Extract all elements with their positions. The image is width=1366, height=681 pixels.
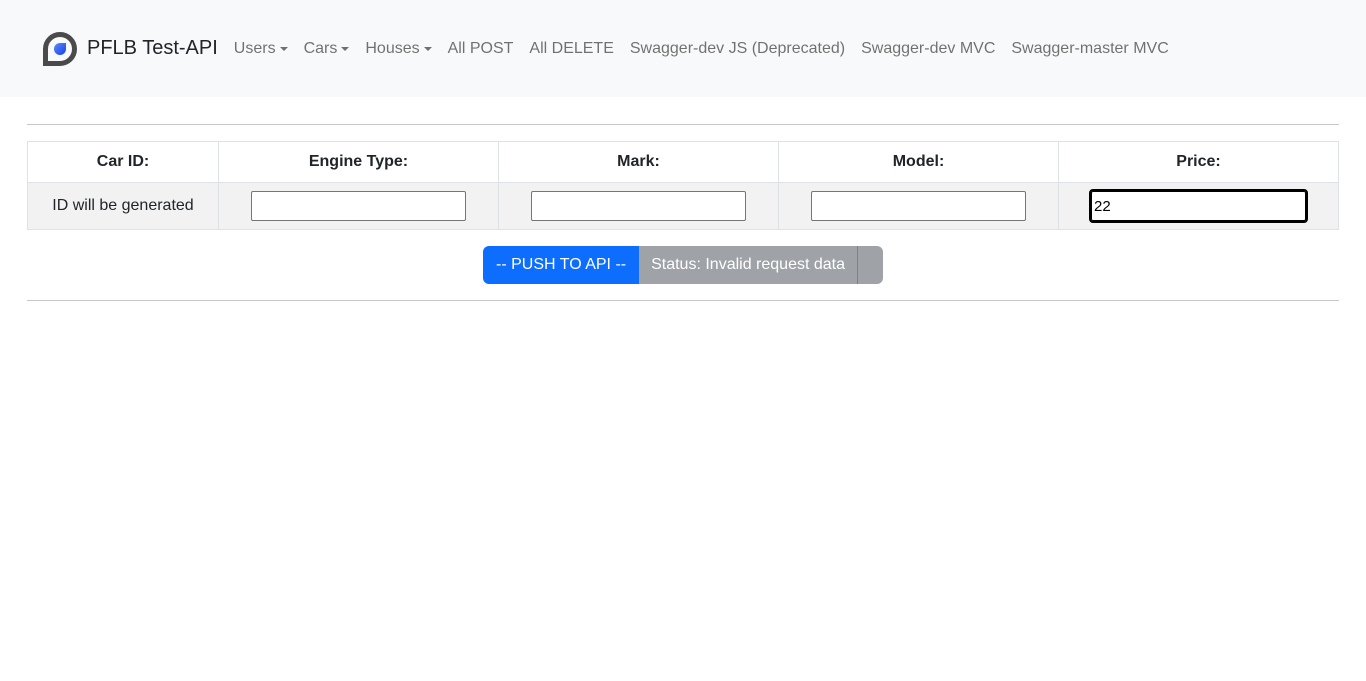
header-model: Model: — [778, 141, 1059, 183]
nav-all-delete[interactable]: All DELETE — [529, 40, 613, 58]
car-id-text: ID will be generated — [27, 182, 219, 230]
navbar: PFLB Test-API Users Cars Houses All POST… — [0, 0, 1366, 97]
car-form-table: Car ID: Engine Type: Mark: Model: Price:… — [27, 141, 1339, 230]
caret-down-icon — [423, 46, 432, 51]
caret-down-icon — [279, 46, 288, 51]
nav-swagger-dev-mvc[interactable]: Swagger-dev MVC — [861, 40, 995, 58]
status-label: Status: Invalid request data — [639, 246, 858, 284]
engine-cell — [218, 182, 499, 230]
nav-all-post[interactable]: All POST — [448, 40, 514, 58]
nav-users[interactable]: Users — [234, 40, 288, 58]
mark-input[interactable] — [531, 191, 746, 221]
price-input[interactable] — [1089, 189, 1308, 223]
model-input[interactable] — [811, 191, 1026, 221]
model-cell — [778, 182, 1059, 230]
logo-icon[interactable] — [43, 31, 77, 66]
divider — [27, 124, 1339, 125]
header-price: Price: — [1058, 141, 1339, 183]
action-group: -- PUSH TO API -- Status: Invalid reques… — [0, 246, 1366, 284]
nav-swagger-dev-js[interactable]: Swagger-dev JS (Deprecated) — [630, 40, 845, 58]
nav-swagger-master-mvc[interactable]: Swagger-master MVC — [1011, 40, 1168, 58]
engine-type-input[interactable] — [251, 191, 466, 221]
brand[interactable]: PFLB Test-API — [87, 37, 218, 60]
price-cell — [1058, 182, 1339, 230]
nav-label: Users — [233, 39, 276, 57]
nav-houses[interactable]: Houses — [365, 39, 432, 58]
header-mark: Mark: — [498, 141, 779, 183]
status-extra-button[interactable] — [858, 246, 883, 284]
caret-down-icon — [341, 46, 350, 51]
table-row: ID will be generated — [27, 182, 1339, 230]
nav-cars[interactable]: Cars — [304, 40, 350, 58]
mark-cell — [498, 182, 779, 230]
push-to-api-button[interactable]: -- PUSH TO API -- — [483, 246, 640, 284]
nav-label: Cars — [303, 39, 338, 57]
nav-label: Houses — [365, 39, 420, 57]
header-car-id: Car ID: — [27, 141, 219, 183]
header-engine-type: Engine Type: — [218, 141, 499, 183]
divider — [27, 300, 1339, 301]
